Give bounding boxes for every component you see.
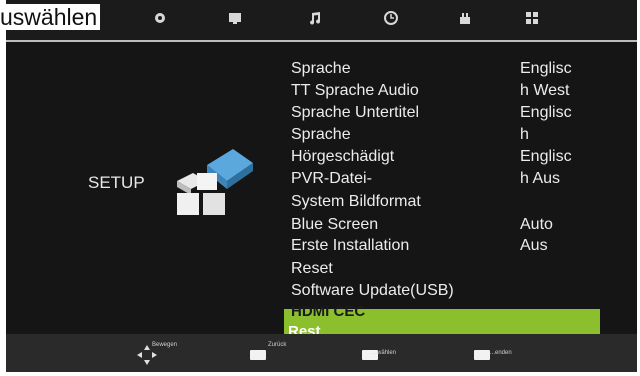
menu-item-label: Blue Screen [291, 216, 379, 233]
menu-item-value: Englisc [520, 60, 572, 77]
hint-move: Bewegen [152, 342, 178, 348]
menu-item-label: Sprache [291, 60, 351, 77]
menu-item-label: Sprache Untertitel [291, 104, 420, 121]
footer-hint-bar: Bewegen Zurück ...wählen ...enden [6, 334, 637, 372]
selected-item-label[interactable]: HDMI CEC [291, 303, 365, 320]
menu-item[interactable]: Erste Installation Aus [285, 235, 605, 257]
menu-item-value: Englisc [520, 148, 572, 165]
page-title: uswählen [0, 4, 101, 30]
menu-item-label: Reset [291, 260, 333, 277]
menu-item-label: Erste Installation [291, 237, 410, 254]
menu-item[interactable]: TT Sprache Audio h West [285, 80, 605, 102]
menu-item[interactable]: Software Update(USB) [285, 280, 605, 302]
music-icon[interactable] [306, 10, 324, 28]
clock-icon[interactable] [382, 10, 400, 28]
hint-select: ...wählen [372, 350, 397, 356]
menu-item-label: Hörgeschädigt [291, 148, 395, 165]
hint-exit: ...enden [490, 350, 512, 356]
menu-item[interactable]: PVR-Datei-h Aus [285, 168, 605, 190]
menu-item-value: Englisc [520, 104, 572, 121]
menu-item-value: h West [520, 82, 570, 99]
menu-item-label: Software Update(USB) [291, 282, 454, 299]
menu-item[interactable]: System Bildformat [285, 191, 605, 213]
menu-item[interactable]: Sprache Englisc [285, 58, 605, 80]
menu-item[interactable]: Reset [285, 258, 605, 280]
menu-item-value: h Aus [520, 170, 561, 187]
menu-item-value: Aus [520, 237, 548, 254]
hint-back: Zurück [268, 342, 287, 348]
setup-blocks-icon [177, 149, 253, 215]
sound-icon[interactable] [226, 10, 244, 28]
menu-item-value: h [520, 126, 529, 143]
menu-item-label: PVR-Datei- [291, 170, 372, 187]
menu-item-value: Auto [520, 216, 553, 233]
menu-item[interactable]: Sprache Untertitel Englisc [285, 102, 605, 124]
section-label: SETUP [88, 173, 145, 192]
setup-tab-icon[interactable] [523, 10, 541, 28]
menu-item[interactable]: Sprache h [285, 124, 605, 146]
lock-icon[interactable] [456, 10, 474, 28]
picture-icon[interactable] [151, 10, 169, 28]
menu-item[interactable]: Blue Screen Auto [285, 214, 605, 236]
menu-item-label: TT Sprache Audio [291, 82, 419, 99]
menu-item-label: Sprache [291, 126, 351, 143]
menu-item-label: System Bildformat [291, 193, 421, 210]
menu-item[interactable]: Hörgeschädigt Englisc [285, 146, 605, 168]
key-icon [474, 350, 490, 360]
key-icon [250, 350, 266, 360]
top-tab-bar [6, 0, 637, 42]
